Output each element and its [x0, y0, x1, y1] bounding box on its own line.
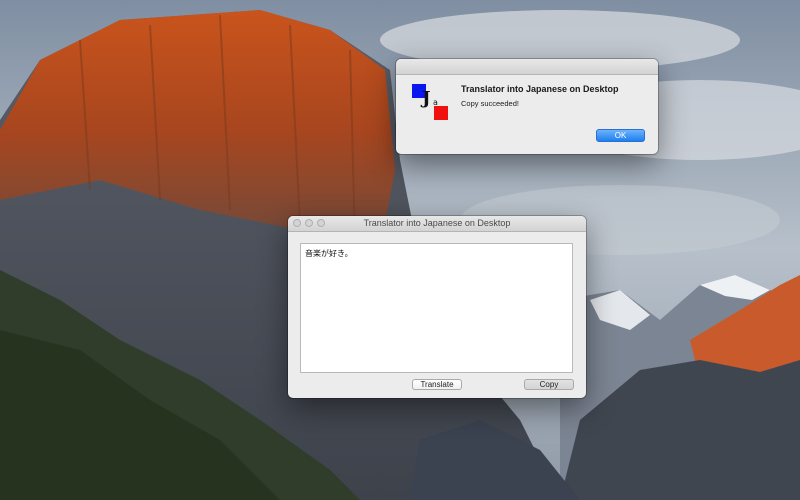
red-square-icon-part: [434, 106, 448, 120]
icon-letter-a: a: [433, 98, 438, 107]
translate-button[interactable]: Translate: [412, 379, 462, 390]
zoom-button[interactable]: [317, 219, 325, 227]
alert-title: Translator into Japanese on Desktop: [461, 84, 619, 94]
alert-dialog: J a Translator into Japanese on Desktop …: [396, 59, 658, 154]
window-titlebar[interactable]: Translator into Japanese on Desktop: [288, 216, 586, 232]
copy-button[interactable]: Copy: [524, 379, 574, 390]
ok-button[interactable]: OK: [596, 129, 645, 142]
close-button[interactable]: [293, 219, 301, 227]
window-controls: [293, 219, 325, 227]
minimize-button[interactable]: [305, 219, 313, 227]
window-title: Translator into Japanese on Desktop: [363, 218, 511, 228]
translator-window: Translator into Japanese on Desktop 音楽が好…: [288, 216, 586, 398]
translator-app-icon: J a: [412, 84, 448, 120]
translation-text-area[interactable]: 音楽が好き。: [300, 243, 573, 373]
alert-message: Copy succeeded!: [461, 99, 519, 108]
alert-titlebar[interactable]: [396, 59, 658, 75]
icon-letter-j: J: [422, 88, 431, 109]
